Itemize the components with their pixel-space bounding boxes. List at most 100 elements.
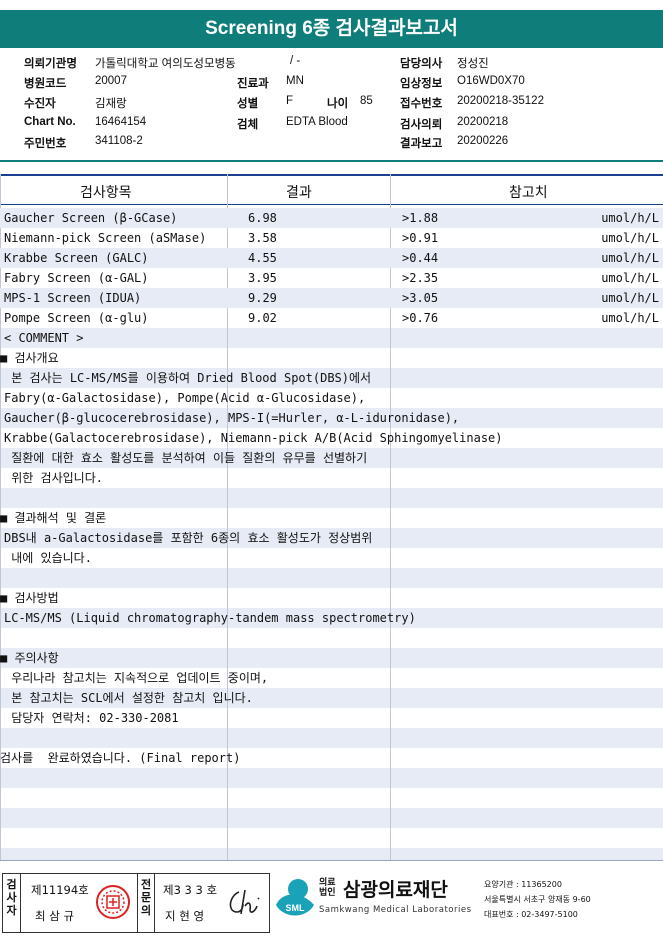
seal-stamp-icon xyxy=(96,885,130,919)
row-unit: umol/h/L xyxy=(601,291,659,305)
doctor-value: 정성진 xyxy=(457,58,489,70)
comment-line: Fabry(α-Galactosidase), Pompe(Acid α-Glu… xyxy=(4,391,366,405)
table-header: 검사항목 결과 참고치 xyxy=(0,177,663,203)
tester-label: 검사자 xyxy=(3,874,21,932)
resident-value: 341108-2 xyxy=(95,135,143,147)
ward-value: / - xyxy=(290,55,301,67)
comment-line: 본 참고치는 SCL에서 설정한 참고치 입니다. xyxy=(4,691,253,705)
table-row: MPS-1 Screen (IDUA) 9.29 >3.05 umol/h/L xyxy=(0,288,663,308)
report-label: 결과보고 xyxy=(400,138,443,150)
comment-section: < COMMENT > ■ 검사개요 본 검사는 LC-MS/MS를 이용하여 … xyxy=(0,328,663,768)
hospital-code-value: 20007 xyxy=(95,75,127,87)
comment-line: 질환에 대한 효소 활성도를 분석하여 이들 질환의 유무를 선별하기 xyxy=(4,451,368,465)
comment-line: 우리나라 참고치는 지속적으로 업데이트 중이며, xyxy=(4,671,269,685)
comment-line: Krabbe(Galactocerebrosidase), Niemann-pi… xyxy=(4,431,503,445)
dept-label: 진료과 xyxy=(237,78,269,90)
row-result: 3.58 xyxy=(248,231,277,245)
comment-line: 위한 검사입니다. xyxy=(4,471,103,485)
row-unit: umol/h/L xyxy=(601,271,659,285)
row-reference: >1.88 xyxy=(402,211,439,225)
signature-icon xyxy=(229,889,260,915)
comment-line: ■ 검사개요 xyxy=(0,351,59,365)
row-reference: >0.91 xyxy=(402,231,439,245)
specimen-label: 검체 xyxy=(237,119,259,131)
comment-line: ■ 결과해석 및 결론 xyxy=(0,511,107,525)
row-item: Krabbe Screen (GALC) xyxy=(4,251,149,265)
signature-box: 검사자 제11194호 최 삼 규 전문의 제3 3 3 호 지 현 영 xyxy=(2,873,270,933)
section-divider xyxy=(0,160,663,162)
table-row: Fabry Screen (α-GAL) 3.95 >2.35 umol/h/L xyxy=(0,268,663,288)
org-code: 요양기관 : 11365200 xyxy=(484,880,562,889)
comment-line: 검사를 완료하였습니다. (Final report) xyxy=(0,751,241,765)
age-label: 나이 xyxy=(327,98,349,110)
table-top-border xyxy=(0,174,663,176)
report-title: Screening 6종 검사결과보고서 xyxy=(0,10,663,48)
sex-value: F xyxy=(286,95,294,107)
comment-line: 본 검사는 LC-MS/MS를 이용하여 Dried Blood Spot(DB… xyxy=(4,371,372,385)
sml-logo-icon: SML xyxy=(276,879,314,916)
row-item: Niemann-pick Screen (aSMase) xyxy=(4,231,207,245)
table-bottom-border xyxy=(0,860,663,861)
header-reference: 참고치 xyxy=(509,184,548,200)
comment-line: < COMMENT > xyxy=(4,331,84,345)
institution-label: 의뢰기관명 xyxy=(24,58,77,70)
row-item: Fabry Screen (α-GAL) xyxy=(4,271,149,285)
row-item: Gaucher Screen (β-GCase) xyxy=(4,211,178,225)
org-english: Samkwang Medical Laboratories xyxy=(319,905,472,915)
org-address: 서울특별시 서초구 양재동 9-60 xyxy=(484,895,591,904)
comment-line xyxy=(0,728,663,748)
comment-line: LC-MS/MS (Liquid chromatography-tandem m… xyxy=(4,611,416,625)
institution-value: 가톨릭대학교 여의도성모병동 xyxy=(95,58,236,70)
comment-line xyxy=(0,568,663,588)
row-stripe xyxy=(0,768,663,788)
patient-label: 수진자 xyxy=(24,98,56,110)
comment-line xyxy=(0,488,663,508)
row-reference: >0.76 xyxy=(402,311,439,325)
dept-value: MN xyxy=(286,75,304,87)
row-result: 9.02 xyxy=(248,311,277,325)
comment-line: 내에 있습니다. xyxy=(4,551,92,565)
row-stripe xyxy=(0,808,663,828)
tester-name: 최 삼 규 xyxy=(35,909,75,923)
row-item: Pompe Screen (α-glu) xyxy=(4,311,149,325)
logo-text: SML xyxy=(286,903,306,913)
table-row: Gaucher Screen (β-GCase) 6.98 >1.88 umol… xyxy=(0,208,663,228)
patient-value: 김재랑 xyxy=(95,98,127,110)
org-name: 삼광의료재단 xyxy=(343,879,448,901)
row-result: 3.95 xyxy=(248,271,277,285)
row-unit: umol/h/L xyxy=(601,211,659,225)
comment-line: Gaucher(β-glucocerebrosidase), MPS-I(=Hu… xyxy=(4,411,460,425)
row-unit: umol/h/L xyxy=(601,231,659,245)
request-label: 검사의뢰 xyxy=(400,119,443,131)
header-border xyxy=(0,204,663,205)
specialist-label: 전문의 xyxy=(137,874,155,932)
org-prefix: 의료법인 xyxy=(319,878,336,898)
row-result: 9.29 xyxy=(248,291,277,305)
chart-value: 16464154 xyxy=(95,116,147,128)
specialist-no: 제3 3 3 호 xyxy=(163,883,218,897)
row-reference: >0.44 xyxy=(402,251,439,265)
clinical-value: O16WD0X70 xyxy=(457,75,525,87)
table-row: Krabbe Screen (GALC) 4.55 >0.44 umol/h/L xyxy=(0,248,663,268)
row-reference: >2.35 xyxy=(402,271,439,285)
request-value: 20200218 xyxy=(457,116,509,128)
age-value: 85 xyxy=(360,95,373,107)
report-value: 20200226 xyxy=(457,135,509,147)
comment-line xyxy=(0,628,663,648)
hospital-code-label: 병원코드 xyxy=(24,78,67,90)
row-reference: >3.05 xyxy=(402,291,439,305)
tester-no: 제11194호 xyxy=(31,883,89,897)
header-result: 결과 xyxy=(286,184,312,200)
row-result: 6.98 xyxy=(248,211,277,225)
comment-line: ■ 주의사항 xyxy=(0,651,59,665)
row-unit: umol/h/L xyxy=(601,251,659,265)
receipt-value: 20200218-35122 xyxy=(457,95,544,107)
specialist-label-text: 전문의 xyxy=(140,878,152,917)
table-row: Pompe Screen (α-glu) 9.02 >0.76 umol/h/L xyxy=(0,308,663,328)
receipt-label: 접수번호 xyxy=(400,98,443,110)
comment-line: 담당자 연락처: 02-330-2081 xyxy=(4,711,179,725)
tester-label-text: 검사자 xyxy=(6,878,17,917)
sex-label: 성별 xyxy=(237,98,259,110)
org-phone: 대표번호 : 02-3497-5100 xyxy=(484,910,578,919)
comment-line: ■ 검사방법 xyxy=(0,591,59,605)
